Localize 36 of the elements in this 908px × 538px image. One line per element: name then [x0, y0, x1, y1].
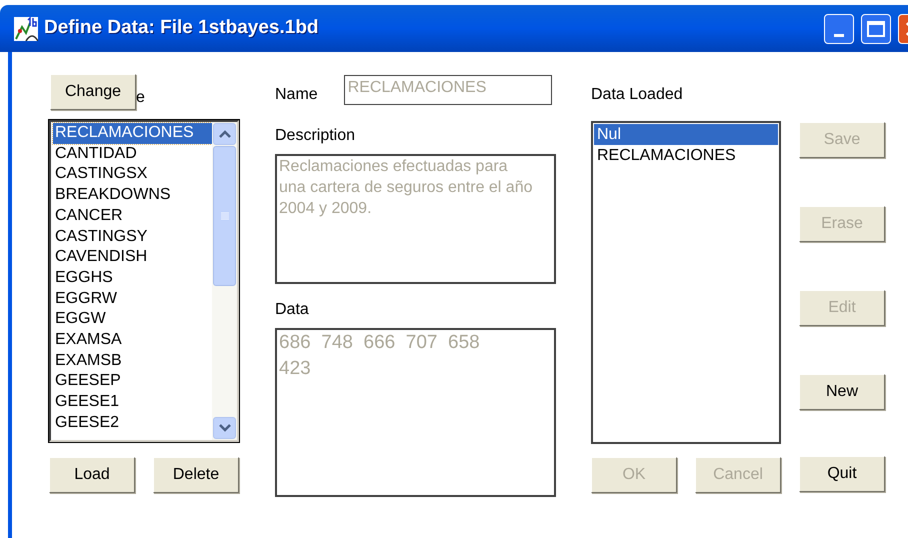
file-list-item[interactable]: CAVENDISH: [53, 247, 212, 268]
file-list-item[interactable]: EXAMSA: [53, 330, 212, 351]
file-list-item[interactable]: EGGRW: [53, 288, 212, 310]
file-label: e: [136, 88, 145, 108]
file-list-item[interactable]: CANCER: [53, 206, 212, 227]
app-icon: [14, 16, 38, 40]
file-list-item[interactable]: CASTINGSY: [53, 226, 212, 248]
file-list-item[interactable]: GEESE1: [53, 392, 212, 413]
file-list-item[interactable]: GEESEP: [53, 371, 212, 392]
file-list-item[interactable]: GEESE2: [53, 412, 212, 434]
file-list-item[interactable]: RECLAMACIONES: [53, 123, 212, 144]
change-button[interactable]: Change: [50, 74, 136, 110]
minimize-button[interactable]: [824, 14, 854, 44]
file-list-item[interactable]: EGGW: [53, 309, 212, 330]
scrollbar[interactable]: [212, 122, 237, 440]
description-label: Description: [275, 126, 356, 146]
file-list-item[interactable]: EGGHS: [53, 268, 212, 289]
scroll-up-icon[interactable]: [218, 130, 230, 138]
load-button[interactable]: Load: [49, 457, 135, 493]
grip-icon: [220, 212, 228, 220]
scroll-down-icon[interactable]: [218, 424, 230, 432]
data-loaded-item[interactable]: RECLAMACIONES: [594, 145, 778, 166]
data-label: Data: [275, 300, 310, 320]
file-list-item[interactable]: EXAMSB: [53, 350, 212, 372]
file-list-item[interactable]: CANTIDAD: [53, 144, 212, 164]
delete-button[interactable]: Delete: [153, 457, 239, 493]
action-button[interactable]: New: [799, 374, 885, 410]
window-title: Define Data: File 1stbayes.1bd: [44, 16, 319, 40]
data-loaded-label: Data Loaded: [591, 85, 684, 105]
name-label: Name: [275, 85, 318, 105]
maximize-button[interactable]: [861, 14, 891, 44]
file-list-item[interactable]: CASTINGSX: [53, 164, 212, 186]
scrollbar-thumb[interactable]: [213, 146, 236, 286]
action-button[interactable]: Quit: [799, 456, 885, 492]
file-list-item[interactable]: BREAKDOWNS: [53, 185, 212, 206]
data-loaded-item[interactable]: Nul: [594, 124, 778, 145]
